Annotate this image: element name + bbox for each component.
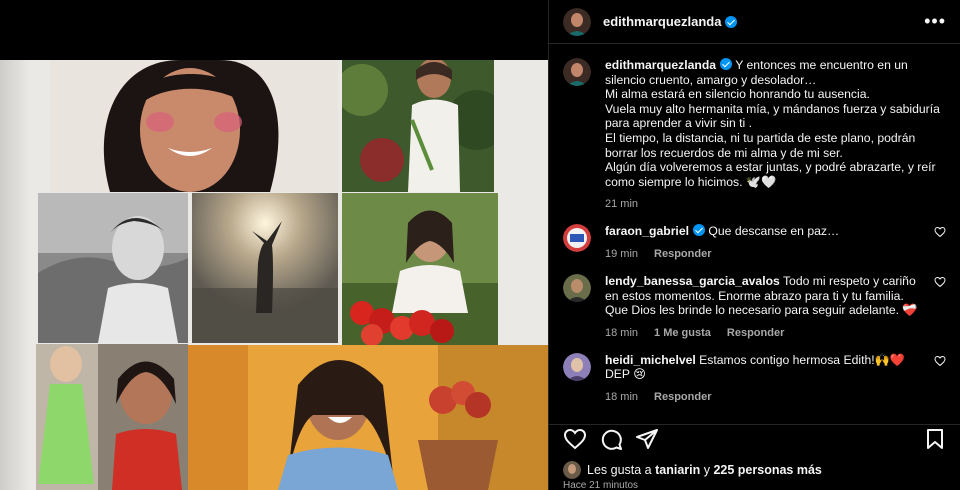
more-icon[interactable]: ••• — [924, 11, 946, 32]
share-icon[interactable] — [635, 427, 659, 451]
comment-item: lendy_banessa_garcia_avalos Todo mi resp… — [563, 273, 946, 339]
caption-line: El tiempo, la distancia, ni tu partida d… — [605, 130, 916, 145]
caption-line: como siempre lo hicimos. 🕊️🤍 — [605, 174, 777, 189]
caption-line: Vuela muy alto hermanita mía, y mándanos… — [605, 101, 940, 116]
heart-icon[interactable] — [563, 427, 587, 451]
likes-summary[interactable]: Les gusta a taniarin y 225 personas más — [563, 461, 822, 479]
instagram-post-view: edithmarquezlanda ••• edithmarquezlanda … — [0, 0, 960, 490]
post-timestamp: Hace 21 minutos — [563, 480, 639, 490]
save-icon[interactable] — [923, 427, 947, 451]
collage-photo-3 — [38, 193, 188, 343]
comment-item: heidi_michelvel Estamos contigo hermosa … — [563, 352, 946, 402]
comment-author[interactable]: faraon_gabriel — [605, 224, 689, 238]
post-media[interactable] — [0, 0, 548, 490]
author-username[interactable]: edithmarquezlanda — [603, 14, 721, 29]
caption: edithmarquezlanda Y entonces me encuentr… — [563, 58, 946, 210]
collage-photo-7 — [188, 345, 548, 490]
collage-photo-6 — [36, 344, 188, 490]
heart-icon[interactable] — [934, 226, 946, 238]
liker-avatar — [563, 461, 581, 479]
comment-text: Que descanse en paz… — [708, 224, 840, 239]
reply-button[interactable]: Responder — [727, 327, 784, 339]
comments-list[interactable]: edithmarquezlanda Y entonces me encuentr… — [549, 44, 960, 402]
collage-photo-2 — [342, 60, 494, 192]
commenter-avatar[interactable] — [563, 352, 591, 381]
comment-likes[interactable]: 1 Me gusta — [654, 327, 711, 339]
commenter-avatar[interactable] — [563, 273, 591, 302]
caption-line: Algún día volveremos a estar juntas, y p… — [605, 160, 936, 175]
verified-icon — [693, 224, 705, 237]
caption-time: 21 min — [605, 198, 639, 211]
author-avatar[interactable] — [563, 7, 591, 36]
post-side-panel: edithmarquezlanda ••• edithmarquezlanda … — [548, 0, 960, 490]
caption-author[interactable]: edithmarquezlanda — [605, 58, 716, 72]
reply-button[interactable]: Responder — [654, 248, 711, 260]
comment-time: 19 min — [605, 247, 639, 260]
heart-icon[interactable] — [934, 355, 946, 367]
verified-icon — [720, 58, 733, 70]
caption-line: silencio cruento, amargo y desolador… — [605, 72, 817, 87]
caption-line: borrar los recuerdos de mi alma y de mi … — [605, 145, 843, 160]
liker-username[interactable]: taniarin — [655, 463, 700, 477]
caption-line: Mi alma estará en silencio honrando tu a… — [605, 87, 870, 102]
post-header: edithmarquezlanda ••• — [549, 0, 960, 44]
photo-collage — [0, 60, 548, 490]
collage-photo-4 — [192, 193, 338, 343]
collage-photo-5 — [342, 193, 498, 345]
commenter-avatar[interactable] — [563, 224, 591, 253]
comment-time: 18 min — [605, 390, 639, 402]
caption-line: Y entonces me encuentro en un — [735, 58, 908, 72]
likes-middle: y — [700, 463, 714, 477]
post-actions — [549, 424, 960, 452]
comment-item: faraon_gabriel Que descanse en paz… 19 m… — [563, 224, 946, 260]
comment-icon[interactable] — [599, 427, 623, 451]
caption-avatar[interactable] — [563, 58, 591, 86]
comment-author[interactable]: lendy_banessa_garcia_avalos — [605, 274, 780, 288]
collage-photo-1 — [50, 60, 338, 192]
likes-count[interactable]: 225 personas más — [713, 463, 821, 477]
comment-time: 18 min — [605, 326, 639, 339]
verified-icon — [725, 15, 738, 28]
comment-author[interactable]: heidi_michelvel — [605, 353, 696, 367]
caption-line: para aprender a vivir sin ti . — [605, 116, 752, 131]
likes-prefix: Les gusta a — [587, 463, 656, 477]
heart-icon[interactable] — [934, 276, 946, 288]
reply-button[interactable]: Responder — [654, 391, 711, 402]
